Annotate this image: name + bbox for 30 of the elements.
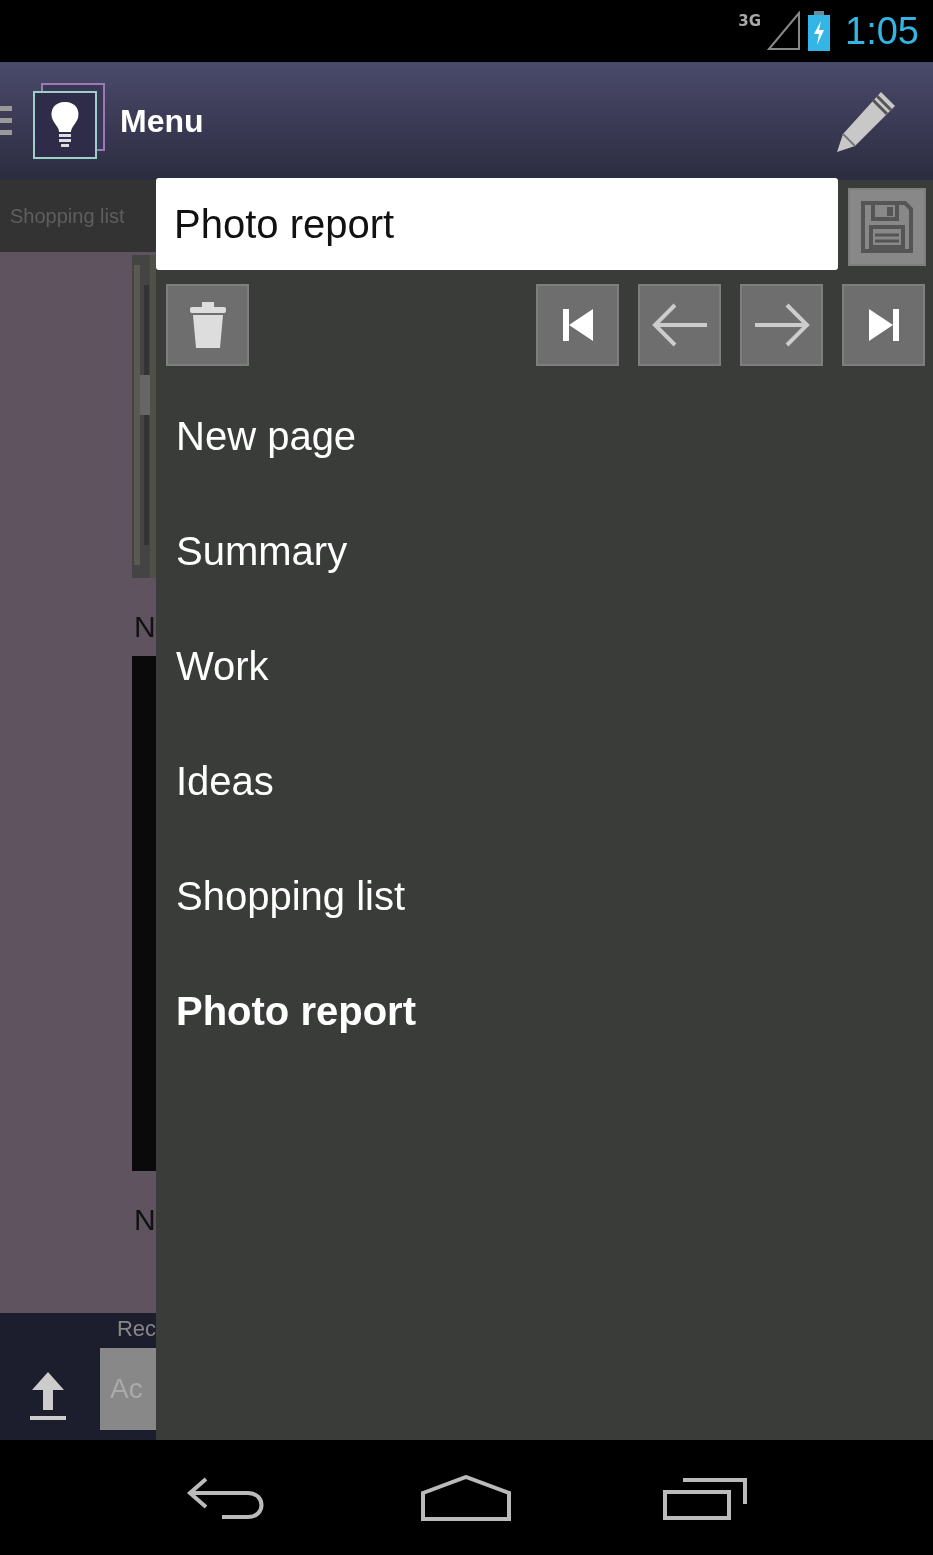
bottom-label: Rec (116, 1316, 156, 1342)
skip-to-end-icon (866, 307, 901, 343)
trash-icon (187, 301, 228, 349)
menu-item[interactable]: Work (156, 626, 933, 741)
last-page-button[interactable] (842, 284, 925, 366)
skip-to-start-icon (560, 307, 595, 343)
menu-item[interactable]: Summary (156, 511, 933, 626)
previous-page-button[interactable] (638, 284, 721, 366)
left-arrow-icon (650, 303, 709, 347)
battery-icon (807, 11, 832, 51)
clock: 1:05 (845, 9, 919, 53)
menu-item[interactable]: Shopping list (156, 856, 933, 971)
signal-icon (767, 11, 802, 51)
menu-item[interactable]: New page (156, 396, 933, 511)
right-arrow-icon (752, 303, 811, 347)
upload-icon[interactable] (28, 1370, 68, 1422)
network-label: 3G (738, 12, 762, 30)
menu-icon[interactable] (0, 104, 12, 138)
lightbulb-logo-icon[interactable] (30, 82, 108, 160)
page-title-field[interactable]: Photo report (156, 178, 838, 270)
menu-item[interactable]: Ideas (156, 741, 933, 856)
first-page-button[interactable] (536, 284, 619, 366)
next-page-button[interactable] (740, 284, 823, 366)
caption: N (134, 610, 156, 644)
menu-item[interactable]: Photo report (156, 971, 933, 1086)
recent-apps-icon[interactable] (663, 1475, 748, 1520)
home-icon[interactable] (421, 1474, 512, 1521)
delete-button[interactable] (166, 284, 249, 366)
caption: N (134, 1203, 156, 1237)
app-title: Menu (120, 102, 205, 140)
